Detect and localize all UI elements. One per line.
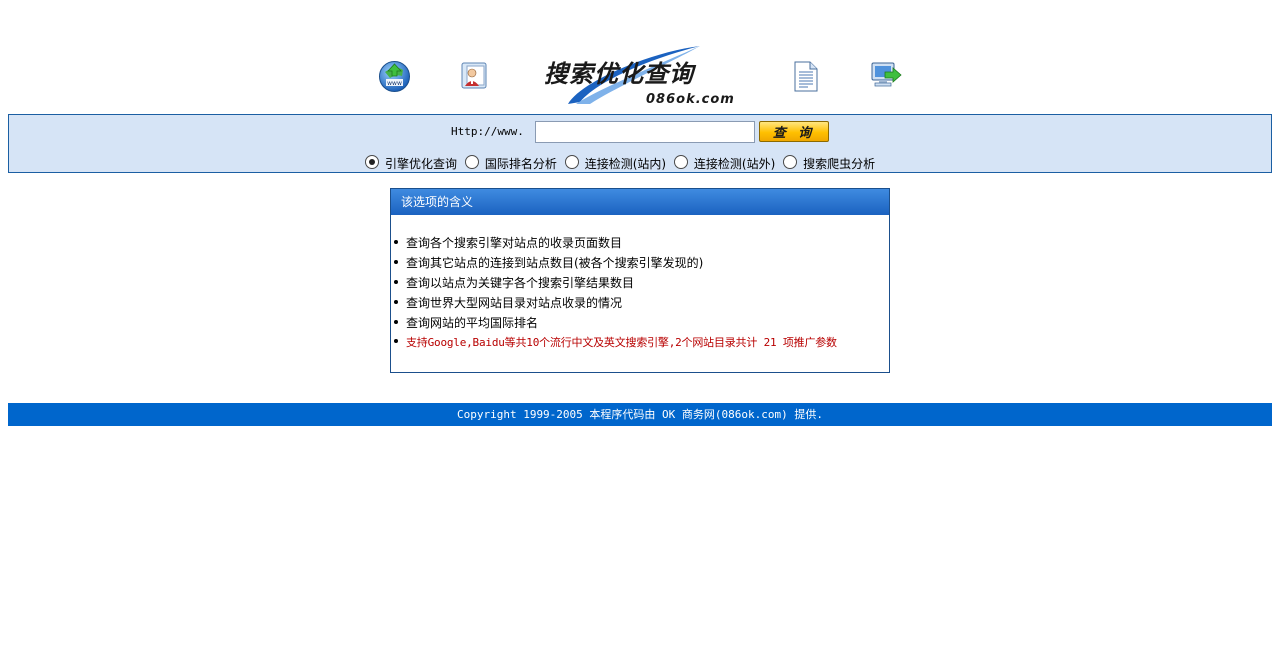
url-input[interactable] (535, 121, 755, 143)
bullet-icon (394, 260, 398, 264)
option-meaning-box: 该选项的含义 查询各个搜索引擎对站点的收录页面数目 查询其它站点的连接到站点数目… (390, 188, 890, 373)
option-label: 连接检测(站内) (584, 157, 667, 171)
option-meaning-list: 查询各个搜索引擎对站点的收录页面数目 查询其它站点的连接到站点数目(被各个搜索引… (391, 215, 889, 355)
radio-international-ranking[interactable] (464, 155, 479, 169)
list-item: 查询以站点为关键字各个搜索引擎结果数目 (394, 275, 889, 295)
list-item-text: 查询世界大型网站目录对站点收录的情况 (406, 296, 623, 310)
logo-domain: 086ok.com (646, 92, 735, 107)
site-logo[interactable]: 搜索优化查询 086ok.com (540, 42, 742, 110)
http-prefix-label: Http://www. (451, 125, 524, 138)
option-crawler-analysis[interactable]: 搜索爬虫分析 (783, 155, 875, 172)
option-meaning-title: 该选项的含义 (391, 189, 889, 215)
svg-text:www: www (387, 80, 402, 87)
bullet-icon (394, 339, 398, 343)
list-item: 查询网站的平均国际排名 (394, 315, 889, 335)
list-item-text: 查询以站点为关键字各个搜索引擎结果数目 (406, 276, 635, 290)
option-link-check-external[interactable]: 连接检测(站外) (673, 155, 776, 172)
option-international-ranking[interactable]: 国际排名分析 (464, 155, 557, 172)
option-engine-optimization[interactable]: 引擎优化查询 (365, 155, 457, 172)
list-item-text: 查询各个搜索引擎对站点的收录页面数目 (406, 236, 623, 250)
option-label: 引擎优化查询 (385, 157, 458, 171)
list-item-text: 支持Google,Baidu等共10个流行中文及英文搜索引擎,2个网站目录共计 … (406, 336, 837, 349)
list-item-text: 查询网站的平均国际排名 (406, 316, 539, 330)
list-item-highlight: 支持Google,Baidu等共10个流行中文及英文搜索引擎,2个网站目录共计 … (394, 335, 889, 355)
radio-crawler-analysis[interactable] (783, 155, 798, 169)
radio-link-check-internal[interactable] (564, 155, 579, 169)
list-item-text: 查询其它站点的连接到站点数目(被各个搜索引擎发现的) (406, 256, 704, 270)
query-type-options: 引擎优化查询 国际排名分析 连接检测(站内) 连接检测(站外) 搜索爬虫分析 (365, 155, 879, 172)
computer-arrow-icon[interactable] (870, 60, 903, 92)
search-panel: Http://www. 查 询 引擎优化查询 国际排名分析 连接检测(站内) 连… (8, 114, 1272, 173)
option-link-check-internal[interactable]: 连接检测(站内) (564, 155, 667, 172)
option-label: 国际排名分析 (484, 157, 557, 171)
option-label: 连接检测(站外) (693, 157, 776, 171)
bullet-icon (394, 280, 398, 284)
bullet-icon (394, 300, 398, 304)
logo-title: 搜索优化查询 (544, 59, 694, 88)
radio-engine-optimization[interactable] (365, 155, 379, 169)
radio-link-check-external[interactable] (673, 155, 688, 169)
list-item: 查询其它站点的连接到站点数目(被各个搜索引擎发现的) (394, 255, 889, 275)
bullet-icon (394, 240, 398, 244)
bullet-icon (394, 320, 398, 324)
list-item: 查询世界大型网站目录对站点收录的情况 (394, 295, 889, 315)
list-item: 查询各个搜索引擎对站点的收录页面数目 (394, 235, 889, 255)
globe-www-icon[interactable]: www (378, 60, 411, 93)
copyright-footer: Copyright 1999-2005 本程序代码由 OK 商务网(086ok.… (8, 403, 1272, 426)
option-label: 搜索爬虫分析 (803, 157, 876, 171)
search-button[interactable]: 查 询 (759, 121, 829, 142)
user-card-icon[interactable] (458, 60, 490, 91)
document-icon[interactable] (790, 60, 820, 93)
